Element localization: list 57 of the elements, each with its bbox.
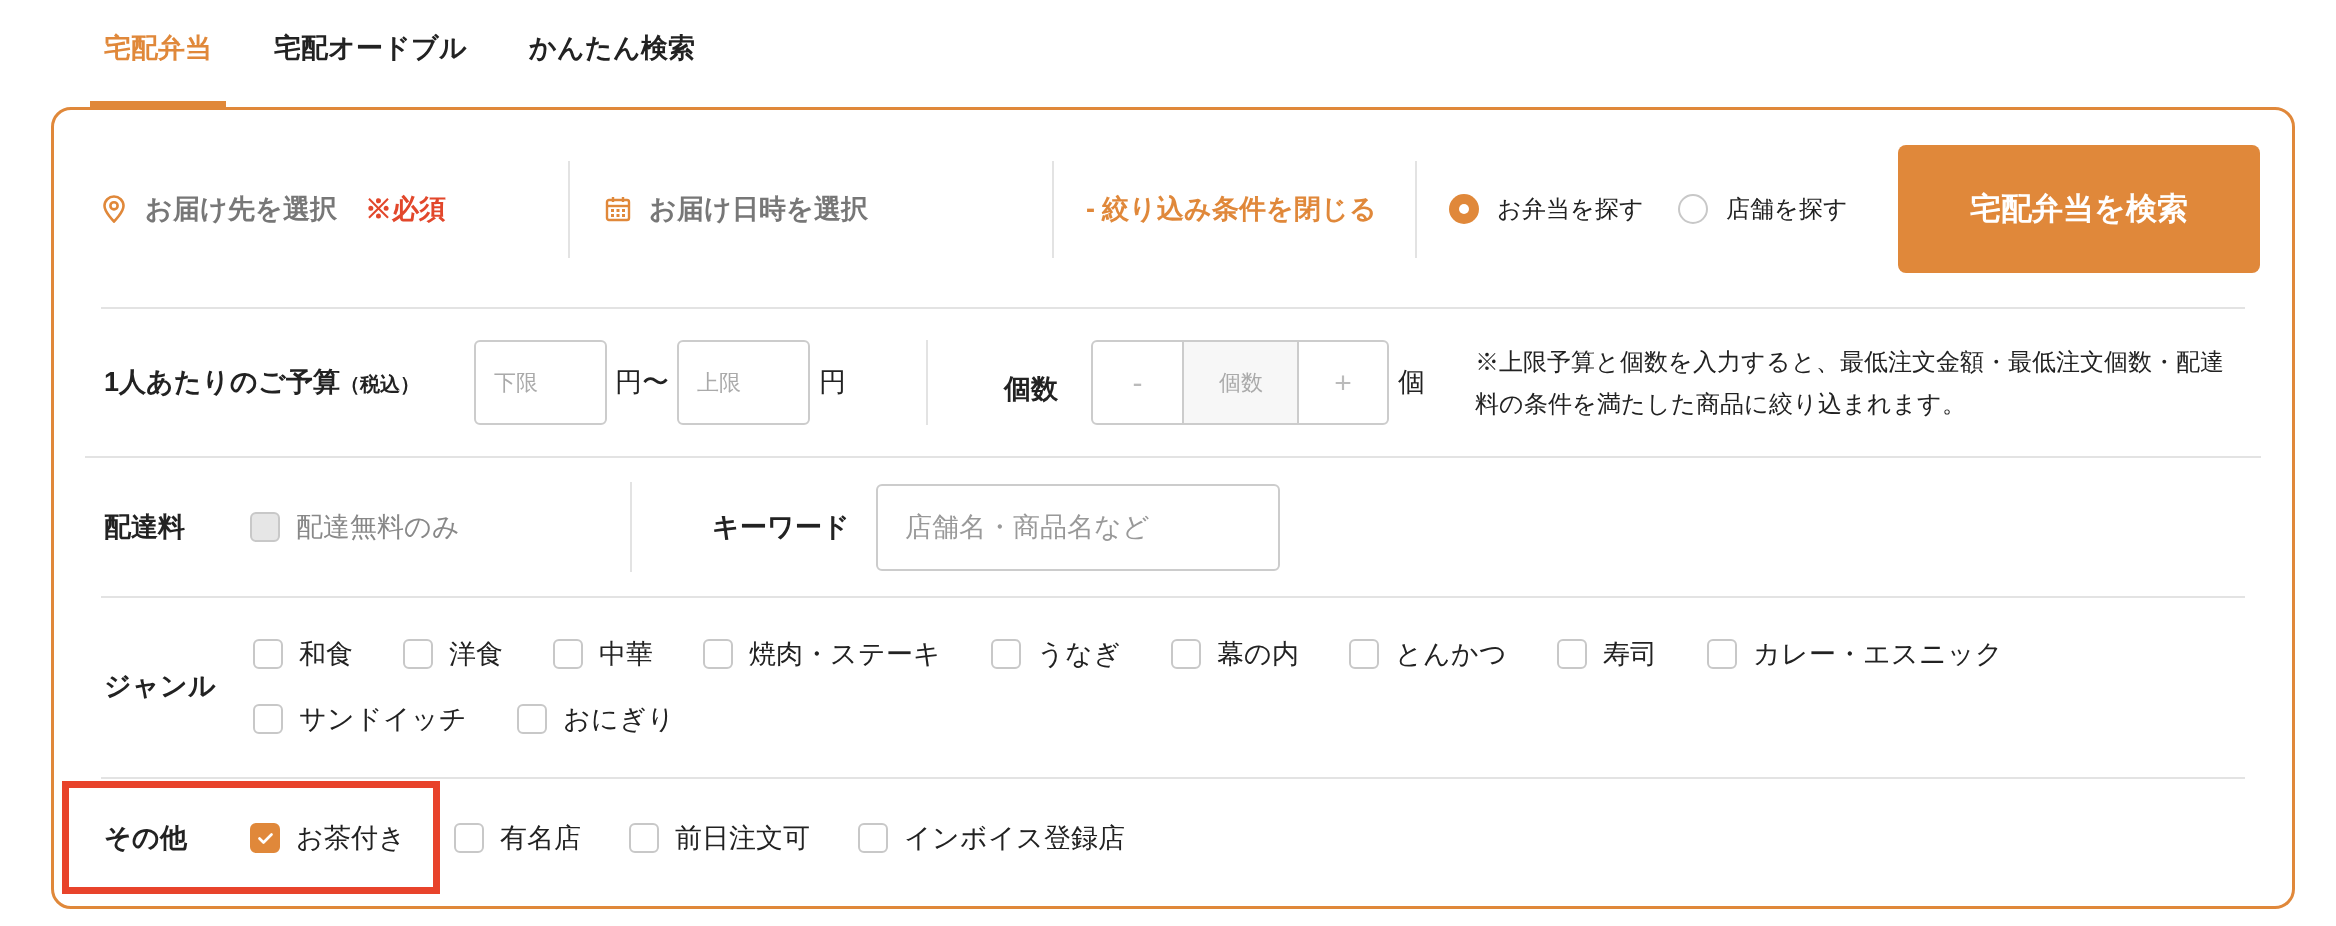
checkbox-label[interactable]: 洋食 xyxy=(449,639,503,669)
checkbox-label[interactable]: 有名店 xyxy=(500,823,581,854)
quantity-label: 個数 xyxy=(1004,373,1058,407)
checkbox-label[interactable]: おにぎり xyxy=(563,704,675,734)
keyword-label: キーワード xyxy=(712,510,850,544)
checkbox-label[interactable]: カレー・エスニック xyxy=(1753,639,2003,669)
required-note: ※必須 xyxy=(365,194,446,224)
budget-label: 1人あたりのご予算 xyxy=(104,366,341,400)
checkbox[interactable] xyxy=(991,639,1021,669)
unit-label: 円〜 xyxy=(615,366,669,400)
checkbox-label[interactable]: 中華 xyxy=(599,639,653,669)
checkbox-label[interactable]: 前日注文可 xyxy=(675,823,810,854)
checkmark-icon xyxy=(257,832,273,844)
checkbox[interactable] xyxy=(1171,639,1201,669)
checkbox-label[interactable]: とんかつ xyxy=(1395,639,1507,669)
delivery-time-button[interactable]: お届け日時を選択 xyxy=(605,194,868,224)
checkbox[interactable] xyxy=(253,639,283,669)
radio-label[interactable]: お弁当を探す xyxy=(1497,195,1644,223)
checkbox-label[interactable]: 和食 xyxy=(299,639,353,669)
filter-note: ※上限予算と個数を入力すると、最低注文金額・最低注文個数・配達料の条件を満たした商品に絞り込まれます。 xyxy=(1475,346,2225,419)
unit-label: 円 xyxy=(819,366,846,400)
checkbox[interactable] xyxy=(250,823,280,854)
min-budget-field[interactable]: 下限 xyxy=(474,340,607,425)
tax-note: （税込） xyxy=(340,372,421,398)
checkbox[interactable] xyxy=(553,639,583,669)
checkbox-label[interactable]: インボイス登録店 xyxy=(904,823,1125,854)
radio-button[interactable] xyxy=(1678,194,1708,224)
checkbox[interactable] xyxy=(629,823,659,854)
checkbox[interactable] xyxy=(517,704,547,734)
checkbox-label[interactable]: 寿司 xyxy=(1603,639,1657,669)
destination-button[interactable]: お届け先を選択 xyxy=(103,194,337,224)
checkbox[interactable] xyxy=(703,639,733,669)
unit-label: 個 xyxy=(1398,366,1425,400)
checkbox-label[interactable]: 幕の内 xyxy=(1217,639,1299,669)
checkbox[interactable] xyxy=(454,823,484,854)
checkbox-label[interactable]: うなぎ xyxy=(1037,639,1121,669)
calendar-icon xyxy=(605,196,631,222)
tab[interactable]: 宅配オードブル xyxy=(260,0,481,107)
checkbox[interactable] xyxy=(1557,639,1587,669)
max-budget-field[interactable]: 上限 xyxy=(677,340,810,425)
checkbox[interactable] xyxy=(858,823,888,854)
checkbox-label[interactable]: お茶付き xyxy=(296,823,406,854)
checkbox[interactable] xyxy=(253,704,283,734)
quantity-field[interactable]: 個数 xyxy=(1182,342,1299,423)
checkbox-label[interactable]: サンドイッチ xyxy=(299,704,467,734)
genre-label: ジャンル xyxy=(103,670,217,704)
checkbox[interactable] xyxy=(403,639,433,669)
delivery-fee-label: 配達料 xyxy=(103,510,186,544)
keyword-field[interactable]: 店舗名・商品名など xyxy=(876,483,1280,571)
checkbox[interactable] xyxy=(1707,639,1737,669)
location-pin-icon xyxy=(103,195,125,223)
tab[interactable]: かんたん検索 xyxy=(515,0,709,107)
checkbox-label[interactable]: 焼肉・ステーキ xyxy=(749,639,941,669)
radio-button[interactable] xyxy=(1449,194,1479,224)
other-label: その他 xyxy=(103,822,188,855)
checkbox[interactable] xyxy=(1349,639,1379,669)
radio-label[interactable]: 店舗を探す xyxy=(1726,195,1848,223)
